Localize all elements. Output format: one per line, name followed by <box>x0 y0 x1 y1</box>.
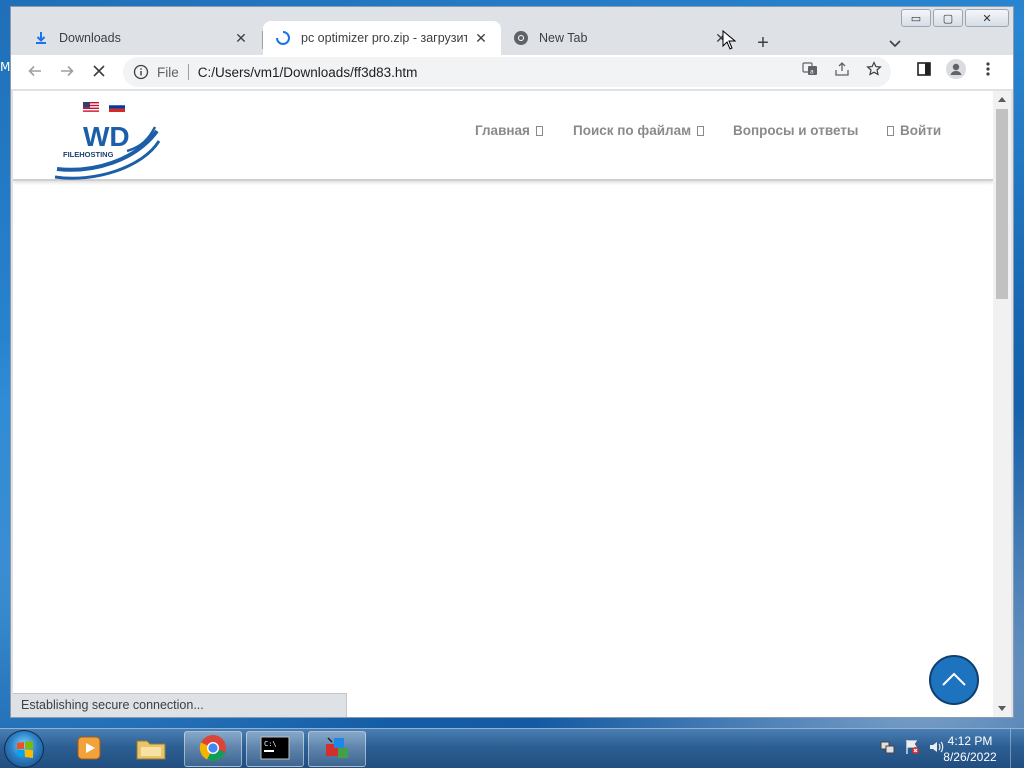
browser-window: ▭ ▢ ✕ Downloads ✕ pc optimizer pro.zip -… <box>10 6 1014 718</box>
bookmark-star-icon[interactable] <box>863 58 885 80</box>
system-tray <box>880 739 944 755</box>
tab-downloads[interactable]: Downloads ✕ <box>11 21 261 55</box>
missing-glyph-icon <box>535 125 543 136</box>
scroll-down-arrow-icon[interactable] <box>998 706 1006 711</box>
taskbar-chrome[interactable] <box>184 731 242 767</box>
toolbar-actions: a <box>799 58 999 80</box>
url-text[interactable]: C:/Users/vm1/Downloads/ff3d83.htm <box>198 65 418 80</box>
chevron-up-icon <box>941 671 967 690</box>
tab-new-tab[interactable]: New Tab ✕ <box>501 21 741 55</box>
url-scheme-label: File <box>157 64 179 80</box>
download-icon <box>33 30 49 46</box>
nav-home-label: Главная <box>475 123 530 138</box>
folder-icon <box>135 735 167 764</box>
start-button[interactable] <box>4 730 44 768</box>
taskbar-clock[interactable]: 4:12 PM 8/26/2022 <box>940 733 1000 765</box>
mouse-cursor-icon <box>722 29 737 50</box>
ru-flag-icon[interactable] <box>108 100 126 112</box>
missing-glyph-icon <box>697 125 705 136</box>
new-tab-button[interactable]: + <box>751 31 775 55</box>
network-icon[interactable] <box>880 739 896 755</box>
us-flag-icon[interactable] <box>83 100 99 112</box>
page-content: WD FILEHOSTING Главная Поиск по файлам В… <box>13 91 993 717</box>
scrollbar-thumb[interactable] <box>996 109 1008 299</box>
omnibox-separator <box>187 64 189 80</box>
logo-subtext: FILEHOSTING <box>63 150 114 159</box>
tab-title: pc optimizer pro.zip - загрузить <box>301 31 467 45</box>
scroll-up-arrow-icon[interactable] <box>998 97 1006 102</box>
taskbar-app-blocks[interactable] <box>308 731 366 767</box>
tab-title: New Tab <box>539 31 588 45</box>
logo-wordmark: WD <box>83 121 130 152</box>
back-button[interactable] <box>23 60 47 84</box>
stop-loading-button[interactable] <box>87 60 111 84</box>
chevron-down-icon <box>889 36 901 51</box>
forward-button[interactable] <box>55 60 79 84</box>
nav-login[interactable]: Войти <box>887 123 941 138</box>
status-bubble: Establishing secure connection... <box>13 693 347 717</box>
show-desktop-button[interactable] <box>1010 729 1024 768</box>
info-icon[interactable] <box>133 64 149 80</box>
close-tab-icon[interactable]: ✕ <box>233 30 249 46</box>
close-tab-icon[interactable]: ✕ <box>473 30 489 46</box>
taskbar: C:\ 4:12 PM 8/26/2022 <box>0 728 1024 768</box>
nav-home[interactable]: Главная <box>475 123 543 138</box>
taskbar-media-player[interactable] <box>60 731 118 767</box>
stop-icon <box>92 64 106 81</box>
clock-date: 8/26/2022 <box>943 750 997 764</box>
nav-login-label: Войти <box>900 123 942 138</box>
translate-icon[interactable]: a <box>799 58 821 80</box>
chrome-icon <box>199 734 227 765</box>
tab-pc-optimizer[interactable]: pc optimizer pro.zip - загрузить ✕ <box>263 21 501 55</box>
menu-kebab-icon[interactable] <box>977 58 999 80</box>
tab-strip: Downloads ✕ pc optimizer pro.zip - загру… <box>11 17 1013 57</box>
browser-toolbar: File C:/Users/vm1/Downloads/ff3d83.htm a <box>11 55 1013 89</box>
svg-text:a: a <box>810 69 814 76</box>
media-player-icon <box>75 735 103 764</box>
clock-time: 4:12 PM <box>947 734 993 748</box>
address-bar[interactable]: File C:/Users/vm1/Downloads/ff3d83.htm <box>123 57 891 87</box>
site-header: WD FILEHOSTING Главная Поиск по файлам В… <box>13 91 993 181</box>
page-scrollbar[interactable] <box>993 91 1011 717</box>
nav-faq[interactable]: Вопросы и ответы <box>733 123 858 138</box>
terminal-icon: C:\ <box>260 736 290 763</box>
side-panel-icon[interactable] <box>913 58 935 80</box>
scroll-to-top-button[interactable] <box>929 655 979 705</box>
svg-text:C:\: C:\ <box>264 740 277 748</box>
taskbar-cmd[interactable]: C:\ <box>246 731 304 767</box>
windows-logo-icon <box>17 741 33 758</box>
share-icon[interactable] <box>831 58 853 80</box>
nav-faq-label: Вопросы и ответы <box>733 123 859 138</box>
back-arrow-icon <box>27 63 43 82</box>
taskbar-explorer[interactable] <box>122 731 180 767</box>
tab-title: Downloads <box>59 31 121 45</box>
desktop-edge-label: M <box>0 60 11 74</box>
profile-avatar-icon[interactable] <box>945 58 967 80</box>
missing-glyph-icon <box>887 125 894 136</box>
loading-spinner-icon <box>275 30 291 46</box>
blocks-app-icon <box>322 734 352 765</box>
chrome-icon <box>513 30 529 46</box>
action-center-flag-icon[interactable] <box>904 739 920 755</box>
site-logo[interactable]: WD FILEHOSTING <box>53 111 163 181</box>
nav-file-search-label: Поиск по файлам <box>573 123 692 138</box>
forward-arrow-icon <box>59 63 75 82</box>
nav-file-search[interactable]: Поиск по файлам <box>573 123 705 138</box>
tab-search-button[interactable] <box>883 31 907 55</box>
